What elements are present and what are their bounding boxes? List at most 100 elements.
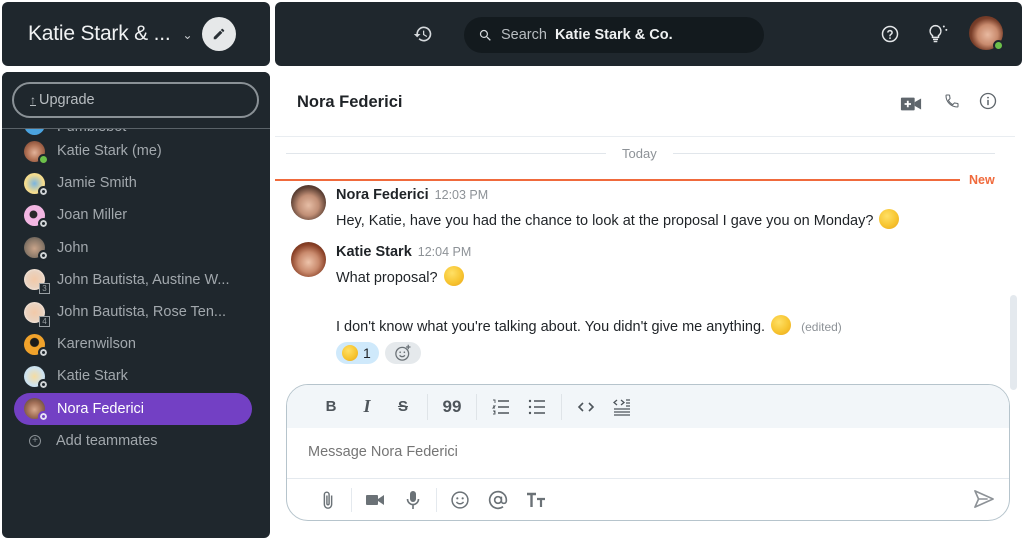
sidebar-item-joan-miller[interactable]: Joan Miller: [2, 199, 270, 231]
sidebar-item-john[interactable]: John: [2, 232, 270, 264]
quote-button[interactable]: 99: [434, 393, 470, 421]
sidebar-item-label: John Bautista, Austine W...: [57, 271, 230, 288]
reactions-bar: 1: [336, 342, 421, 364]
avatar: [24, 237, 49, 262]
italic-icon: I: [363, 396, 371, 416]
workspace-title[interactable]: Katie Stark & ...: [28, 22, 171, 46]
bullet-list-button[interactable]: [519, 393, 555, 421]
sidebar-item-label: Katie Stark (me): [57, 143, 162, 160]
divider: [427, 393, 428, 420]
search-label: Search: [501, 27, 547, 43]
sidebar-item-group-rose[interactable]: 4 John Bautista, Rose Ten...: [2, 296, 270, 328]
sidebar-item-nora-federici[interactable]: Nora Federici: [14, 392, 252, 425]
sidebar-item-group-austine[interactable]: 3 John Bautista, Austine W...: [2, 264, 270, 296]
sidebar-item-karenwilson[interactable]: Karenwilson: [2, 328, 270, 360]
workspace-header: Katie Stark & ... ⌄: [2, 2, 270, 66]
author-avatar[interactable]: [291, 185, 326, 220]
sidebar-item-label: John: [57, 239, 89, 256]
group-count-badge: 3: [39, 283, 50, 295]
scrollbar[interactable]: [1010, 295, 1017, 390]
sidebar-item-katie-stark[interactable]: Katie Stark: [2, 360, 270, 392]
away-status-icon: [38, 217, 49, 229]
reaction-chip[interactable]: 1: [336, 342, 379, 364]
hushed-face-emoji-icon: [443, 266, 464, 286]
avatar: 3: [24, 269, 50, 295]
sidebar-item-jamie-smith[interactable]: Jamie Smith: [2, 167, 270, 199]
new-messages-label: New: [969, 173, 995, 187]
avatar: [24, 172, 49, 197]
text-size-icon: [527, 492, 545, 507]
video-call-icon[interactable]: [900, 96, 922, 112]
away-status-icon: [38, 378, 49, 390]
conversation-list: Pumblebot Katie Stark (me) Jamie Smith J…: [2, 111, 270, 457]
online-status-indicator: [993, 40, 1004, 51]
microphone-icon: [406, 491, 420, 509]
divider: [2, 128, 270, 129]
add-reaction-button[interactable]: [384, 342, 421, 364]
away-status-icon: [38, 250, 49, 262]
message-text: Hey, Katie, have you had the chance to l…: [336, 209, 900, 229]
message-time: 12:03 PM: [434, 188, 489, 202]
history-icon[interactable]: [413, 24, 433, 44]
new-messages-divider: [275, 179, 960, 181]
sidebar-item-label: Katie Stark: [57, 368, 128, 385]
plus-circle-icon: +: [29, 434, 41, 447]
strikethrough-button[interactable]: S: [385, 393, 421, 421]
chevron-down-icon[interactable]: ⌄: [183, 28, 193, 42]
code-button[interactable]: [568, 393, 604, 421]
bold-icon: B: [325, 398, 337, 415]
phone-icon[interactable]: [944, 93, 960, 109]
divider: [287, 478, 1009, 479]
send-icon[interactable]: [973, 489, 995, 509]
code-block-icon: [613, 398, 630, 416]
ordered-list-button[interactable]: [483, 393, 519, 421]
bullet-list-icon: [528, 399, 545, 414]
away-status-icon: [38, 411, 49, 422]
sidebar-item-katie-stark-me[interactable]: Katie Stark (me): [2, 135, 270, 167]
code-block-button[interactable]: [604, 393, 640, 421]
message-author[interactable]: Nora Federici 12:03 PM: [336, 187, 488, 203]
day-divider-label: Today: [622, 146, 657, 161]
add-teammates-button[interactable]: + Add teammates: [2, 425, 270, 457]
avatar: 4: [24, 301, 50, 327]
add-reaction-icon: [395, 344, 411, 361]
edited-label: (edited): [801, 320, 842, 334]
message-author[interactable]: Katie Stark 12:04 PM: [336, 244, 471, 260]
upgrade-label: Upgrade: [39, 92, 95, 108]
search-input[interactable]: Search Katie Stark & Co.: [464, 17, 764, 53]
audio-message-button[interactable]: [394, 486, 432, 514]
top-bar: Search Katie Stark & Co.: [275, 2, 1022, 66]
sidebar-item-label: Joan Miller: [57, 207, 128, 224]
info-icon[interactable]: [979, 92, 997, 110]
message-input[interactable]: [308, 444, 958, 460]
emoji-button[interactable]: [441, 486, 479, 514]
message-time: 12:04 PM: [417, 245, 472, 259]
mention-button[interactable]: [479, 486, 517, 514]
divider: [673, 153, 995, 154]
italic-button[interactable]: I: [349, 393, 385, 421]
avatar: [24, 333, 49, 358]
help-icon[interactable]: [881, 25, 899, 43]
lightbulb-icon[interactable]: [927, 24, 949, 44]
avatar: [24, 204, 49, 229]
text-format-button[interactable]: [517, 486, 555, 514]
upload-arrow-icon: ↑: [30, 93, 36, 107]
online-status-icon: [38, 153, 49, 165]
search-scope: Katie Stark & Co.: [554, 27, 673, 43]
sidebar-item-label: Karenwilson: [57, 336, 136, 353]
strikethrough-icon: S: [397, 398, 408, 415]
group-count-badge: 4: [39, 315, 50, 327]
message-text: What proposal?: [336, 266, 464, 286]
quote-icon: 99: [442, 396, 462, 416]
bold-button[interactable]: B: [313, 393, 349, 421]
ordered-list-icon: [492, 399, 509, 414]
divider: [275, 136, 1015, 137]
upgrade-button[interactable]: ↑ Upgrade: [12, 82, 259, 118]
video-message-button[interactable]: [356, 486, 394, 514]
new-message-button[interactable]: [201, 17, 236, 51]
author-avatar[interactable]: [291, 242, 326, 277]
composer-actions: [309, 485, 555, 515]
attach-button[interactable]: [309, 486, 347, 514]
sidebar: Pumblebot Katie Stark (me) Jamie Smith J…: [2, 72, 270, 538]
search-icon: [479, 29, 491, 41]
